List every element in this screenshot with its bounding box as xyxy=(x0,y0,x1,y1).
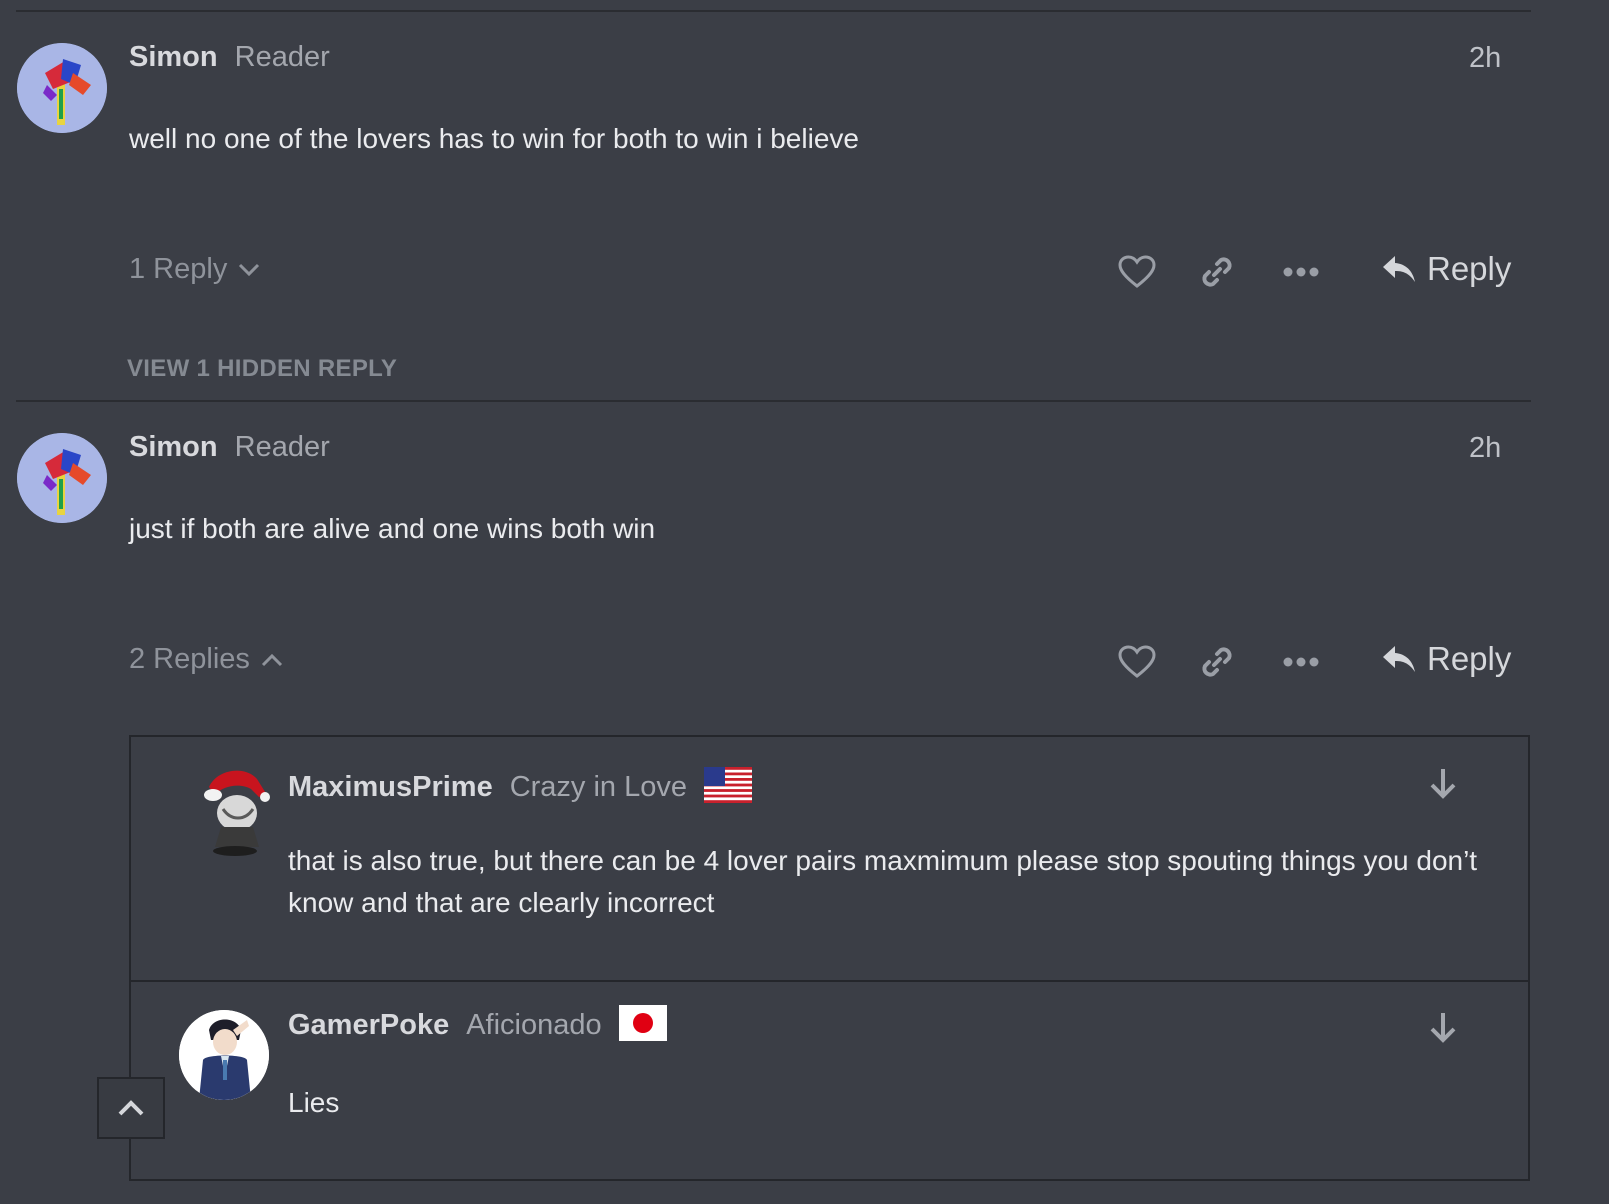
reply-button[interactable]: Reply xyxy=(1381,640,1511,678)
author-line: GamerPoke Aficionado xyxy=(288,1005,667,1046)
reply-text: that is also true, but there can be 4 lo… xyxy=(288,845,1478,918)
reply-arrow-icon xyxy=(1383,646,1415,672)
author-name[interactable]: Simon xyxy=(129,41,218,74)
link-icon xyxy=(1202,647,1232,677)
reply-separator xyxy=(131,980,1528,982)
arrow-down-icon xyxy=(1430,1013,1456,1043)
link-icon xyxy=(1202,257,1232,287)
replies-count: 1 Reply xyxy=(129,253,228,285)
author-name[interactable]: Simon xyxy=(129,431,218,464)
timestamp[interactable]: 2h xyxy=(1469,432,1501,465)
comment-text: just if both are alive and one wins both… xyxy=(129,513,656,544)
reply-button[interactable]: Reply xyxy=(1381,250,1511,288)
avatar[interactable] xyxy=(179,1010,269,1100)
top-divider xyxy=(16,10,1531,12)
heart-icon xyxy=(1118,645,1156,678)
replies-toggle[interactable]: 2 Replies xyxy=(129,643,284,676)
replies-toggle[interactable]: 1 Reply xyxy=(129,253,261,286)
avatar[interactable] xyxy=(17,43,107,133)
avatar[interactable] xyxy=(17,433,107,523)
scroll-to-top-button[interactable] xyxy=(97,1077,165,1139)
reply-label: Reply xyxy=(1427,640,1512,677)
us-flag-icon xyxy=(704,767,753,808)
collapse-arrow-button[interactable] xyxy=(1428,1011,1458,1048)
ellipsis-icon xyxy=(1283,657,1319,667)
ellipsis-icon xyxy=(1283,267,1319,277)
reply-arrow-icon xyxy=(1383,256,1415,282)
copy-link-button[interactable] xyxy=(1197,642,1237,682)
author-role: Reader xyxy=(234,431,330,463)
like-button[interactable] xyxy=(1117,642,1157,682)
reply-label: Reply xyxy=(1427,250,1512,287)
author-role: Aficionado xyxy=(466,1009,602,1041)
comment-divider xyxy=(16,400,1531,402)
author-line: Simon Reader xyxy=(129,41,330,74)
avatar-image xyxy=(17,433,107,523)
more-options-button[interactable] xyxy=(1281,642,1321,682)
author-line: MaximusPrime Crazy in Love xyxy=(288,767,753,808)
author-name[interactable]: GamerPoke xyxy=(288,1009,449,1042)
avatar-image xyxy=(204,770,270,856)
copy-link-button[interactable] xyxy=(1197,252,1237,292)
timestamp[interactable]: 2h xyxy=(1469,42,1501,75)
collapse-arrow-button[interactable] xyxy=(1428,767,1458,804)
more-options-button[interactable] xyxy=(1281,252,1321,292)
author-role: Crazy in Love xyxy=(509,771,688,803)
view-hidden-replies-link[interactable]: VIEW 1 HIDDEN REPLY xyxy=(127,355,397,383)
japan-flag-icon xyxy=(618,1005,667,1046)
arrow-down-icon xyxy=(1430,769,1456,799)
reply-text: Lies xyxy=(288,1087,340,1118)
heart-icon xyxy=(1118,255,1156,288)
avatar[interactable] xyxy=(201,765,271,857)
author-name[interactable]: MaximusPrime xyxy=(288,771,493,804)
author-role: Reader xyxy=(234,41,330,73)
author-line: Simon Reader xyxy=(129,431,330,464)
avatar-image xyxy=(17,43,107,133)
like-button[interactable] xyxy=(1117,252,1157,292)
chevron-down-icon xyxy=(239,263,260,276)
replies-count: 2 Replies xyxy=(129,643,250,675)
comment-text: well no one of the lovers has to win for… xyxy=(129,123,859,154)
replies-thread: MaximusPrime Crazy in Love that is also … xyxy=(129,735,1530,1181)
chevron-up-icon xyxy=(118,1100,144,1116)
avatar-image xyxy=(179,1010,269,1100)
chevron-up-icon xyxy=(261,653,282,666)
